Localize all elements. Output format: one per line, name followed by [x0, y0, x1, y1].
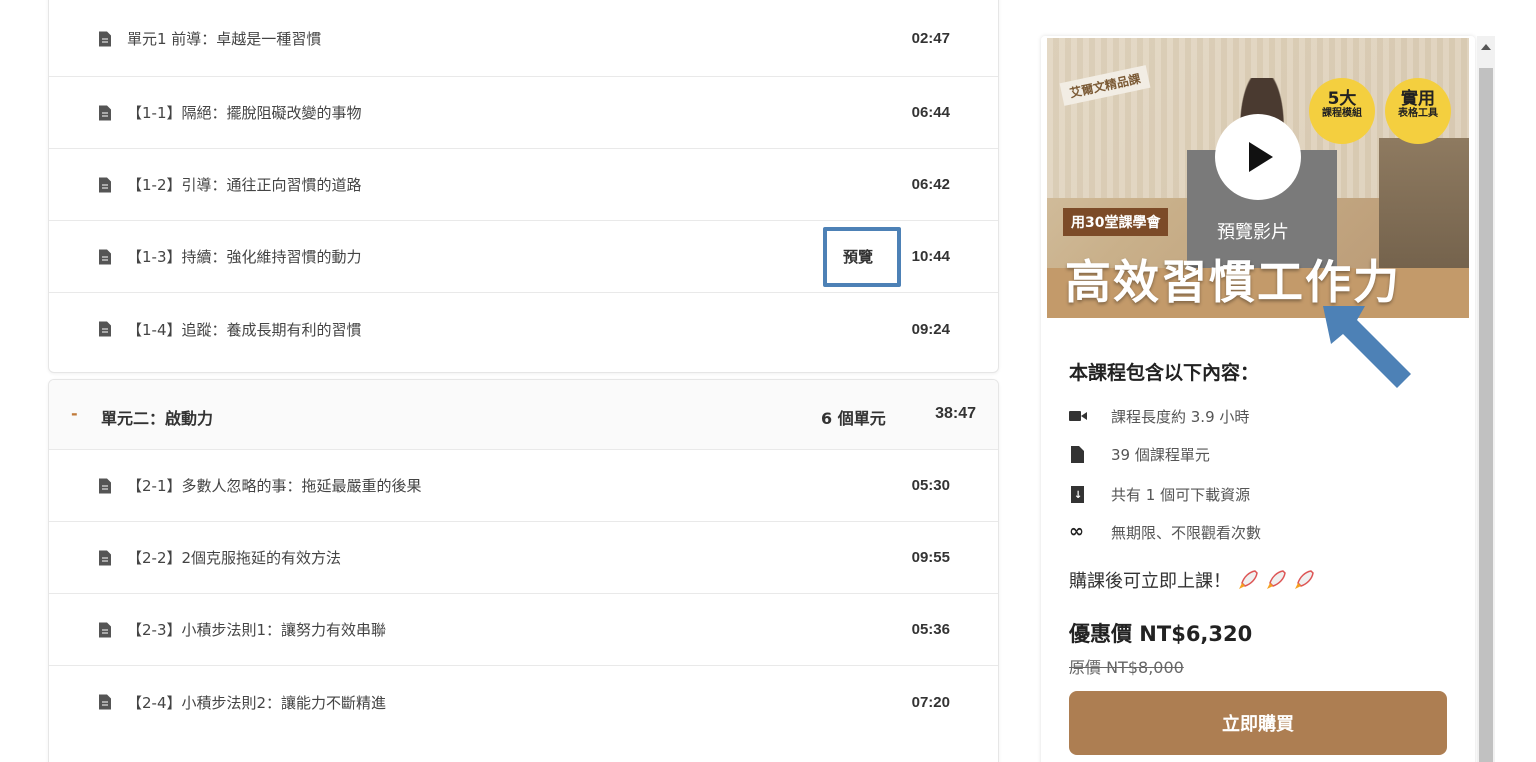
infinity-icon: ∞	[1069, 521, 1084, 542]
lecture-row[interactable]: 【2-3】小積步法則1：讓努力有效串聯 05:36	[49, 594, 998, 666]
include-text: 39 個課程單元	[1111, 445, 1210, 464]
section-duration: 38:47	[935, 405, 976, 422]
lecture-title: 【1-2】引導：通往正向習慣的道路	[127, 176, 362, 194]
lecture-duration: 09:24	[911, 320, 950, 338]
modules-badge: 5大 課程模組	[1309, 78, 1375, 144]
lecture-title: 【2-4】小積步法則2：讓能力不斷精進	[127, 693, 387, 712]
include-item-duration: 課程長度約 3.9 小時	[1069, 403, 1249, 429]
lecture-title: 【1-3】持續：強化維持習慣的動力	[127, 248, 362, 266]
document-icon	[99, 550, 111, 565]
preview-link[interactable]: 預覽	[823, 226, 901, 287]
section-1-card: 單元1 前導：卓越是一種習慣 02:47 【1-1】隔絕：擺脫阻礙改變的事物 0…	[48, 0, 999, 373]
scrollbar-thumb[interactable]	[1479, 68, 1493, 762]
document-icon	[99, 177, 111, 192]
lecture-title: 【2-1】多數人忽略的事：拖延最嚴重的後果	[127, 477, 422, 495]
collapse-toggle[interactable]: -	[71, 404, 78, 423]
lecture-row[interactable]: 【1-2】引導：通往正向習慣的道路 06:42	[49, 149, 998, 221]
document-icon	[99, 694, 111, 710]
document-icon	[99, 622, 111, 637]
section-header[interactable]: - 單元二：啟動力 6 個單元 38:47	[49, 380, 998, 450]
document-icon	[99, 31, 111, 46]
rocket-icon	[1267, 570, 1286, 589]
lecture-duration: 05:30	[911, 477, 950, 494]
lecture-row[interactable]: 【2-4】小積步法則2：讓能力不斷精進 07:20	[49, 666, 998, 738]
section-title: 單元二：啟動力	[101, 409, 214, 428]
buy-now-button[interactable]: 立即購買	[1069, 691, 1447, 755]
lecture-title: 單元1 前導：卓越是一種習慣	[127, 30, 322, 48]
lecture-duration: 10:44	[911, 248, 950, 265]
annotation-arrow-icon	[1323, 306, 1411, 388]
lecture-row[interactable]: 【1-1】隔絕：擺脫阻礙改變的事物 06:44	[49, 77, 998, 149]
lecture-duration: 05:36	[911, 621, 950, 638]
original-price: 原價 NT$8,000	[1069, 658, 1184, 677]
include-item-resources: ↓ 共有 1 個可下載資源	[1069, 481, 1250, 507]
start-immediately-text: 購課後可立即上課！	[1069, 571, 1231, 592]
includes-heading: 本課程包含以下內容：	[1069, 362, 1260, 384]
lecture-row[interactable]: 【1-4】追蹤：養成長期有利的習慣 09:24	[49, 293, 998, 365]
lecture-row[interactable]: 【2-1】多數人忽略的事：拖延最嚴重的後果 05:30	[49, 450, 998, 522]
include-item-units: 39 個課程單元	[1069, 441, 1210, 467]
lecture-title: 【2-3】小積步法則1：讓努力有效串聯	[127, 621, 387, 639]
lecture-title: 【1-1】隔絕：擺脫阻礙改變的事物	[127, 104, 362, 122]
lecture-duration: 02:47	[911, 30, 950, 47]
preview-video-label: 預覽影片	[1217, 222, 1289, 243]
lecture-title: 【2-2】2個克服拖延的有效方法	[127, 549, 342, 567]
include-text: 課程長度約 3.9 小時	[1111, 407, 1250, 426]
lecture-duration: 07:20	[911, 693, 950, 711]
tools-badge: 實用 表格工具	[1385, 78, 1451, 144]
lecture-duration: 06:42	[911, 176, 950, 193]
sale-price: 優惠價 NT$6,320	[1069, 622, 1253, 646]
tools-badge-title: 實用	[1401, 89, 1435, 109]
lessons-tag: 用30堂課學會	[1063, 208, 1169, 236]
video-icon	[1069, 408, 1089, 424]
include-text: 無期限、不限觀看次數	[1111, 523, 1262, 542]
section-2-card: - 單元二：啟動力 6 個單元 38:47 【2-1】多數人忽略的事：拖延最嚴重…	[48, 379, 999, 762]
scroll-up-arrow-icon[interactable]	[1481, 44, 1491, 50]
lecture-row[interactable]: 【2-2】2個克服拖延的有效方法 09:55	[49, 522, 998, 594]
document-icon	[99, 249, 111, 264]
include-text: 共有 1 個可下載資源	[1111, 485, 1251, 504]
rocket-icon	[1295, 570, 1314, 589]
lecture-title: 【1-4】追蹤：養成長期有利的習慣	[127, 320, 362, 339]
lecture-duration: 06:44	[911, 104, 950, 121]
lecture-row[interactable]: 單元1 前導：卓越是一種習慣 02:47	[49, 1, 998, 77]
course-purchase-panel: 艾爾文精品課 5大 課程模組 實用 表格工具 用30堂課學會 預覽影片 高效習慣…	[1041, 36, 1475, 762]
modules-badge-label: 課程模組	[1322, 108, 1362, 119]
start-immediately-note: 購課後可立即上課！	[1069, 567, 1315, 593]
lecture-row[interactable]: 【1-3】持續：強化維持習慣的動力 預覽 10:44	[49, 221, 998, 293]
preview-video[interactable]: 艾爾文精品課 5大 課程模組 實用 表格工具 用30堂課學會 預覽影片 高效習慣…	[1047, 38, 1469, 318]
modules-badge-number: 5大	[1327, 89, 1357, 109]
file-icon	[1069, 446, 1089, 463]
document-icon	[99, 478, 111, 493]
play-icon[interactable]	[1215, 114, 1301, 200]
scrollbar[interactable]	[1477, 36, 1495, 762]
include-item-access: ∞ 無期限、不限觀看次數	[1069, 519, 1261, 545]
lecture-duration: 09:55	[911, 549, 950, 566]
document-icon	[99, 321, 111, 337]
download-file-icon: ↓	[1069, 486, 1089, 503]
tools-badge-label: 表格工具	[1398, 108, 1438, 119]
document-icon	[99, 105, 111, 120]
section-lecture-count: 6 個單元	[821, 409, 886, 428]
rocket-icon	[1239, 570, 1258, 589]
